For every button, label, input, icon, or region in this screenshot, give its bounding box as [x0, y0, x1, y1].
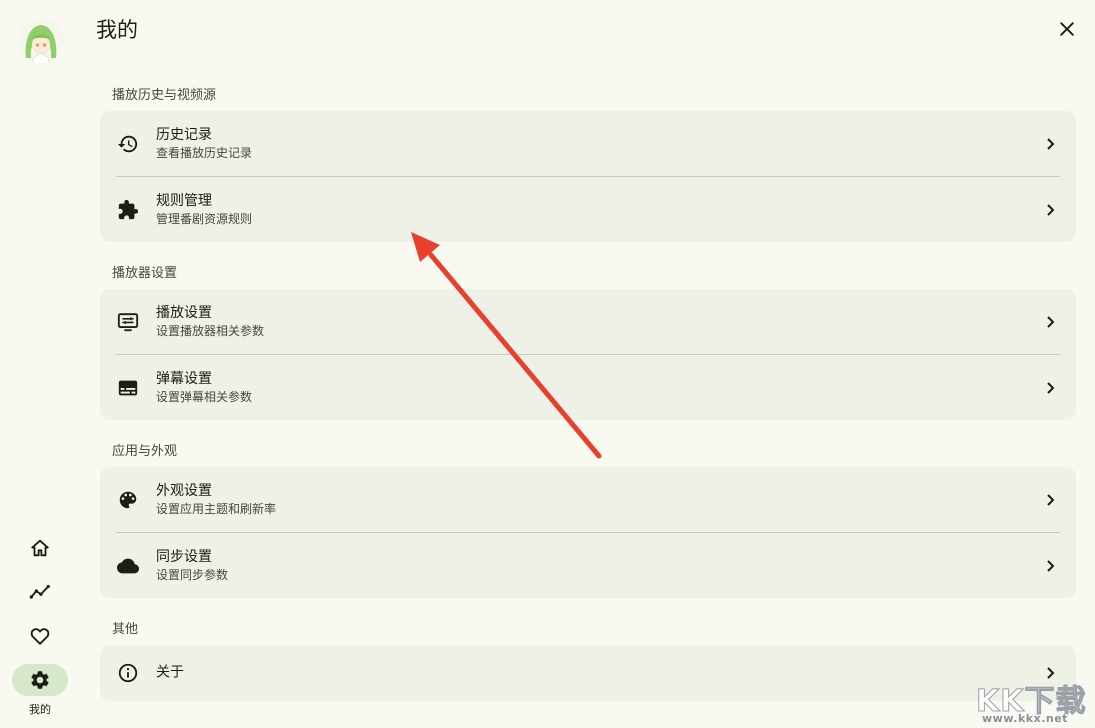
card-player-settings: 播放设置 设置播放器相关参数 弹幕设置 设置弹幕相关参数: [100, 289, 1076, 420]
chevron-right-icon: [1047, 203, 1055, 216]
watermark: KK下载 www.kkx.net: [976, 676, 1092, 726]
list-item-history[interactable]: 历史记录 查看播放历史记录: [100, 111, 1076, 176]
nav-trending[interactable]: [20, 576, 60, 608]
watermark-url: www.kkx.net: [982, 712, 1068, 725]
trending-icon: [29, 584, 50, 599]
list-item-playback[interactable]: 播放设置 设置播放器相关参数: [100, 289, 1076, 354]
item-title: 外观设置: [156, 482, 212, 499]
gear-icon: [31, 671, 49, 689]
item-subtitle: 管理番剧资源规则: [156, 211, 253, 226]
chevron-right-icon: [1047, 137, 1055, 150]
avatar-image: [18, 18, 64, 64]
close-button[interactable]: [1054, 16, 1080, 42]
list-item-danmaku[interactable]: 弹幕设置 设置弹幕相关参数: [100, 355, 1076, 420]
item-title: 规则管理: [156, 192, 212, 209]
section-title-player: 播放器设置: [112, 266, 178, 281]
item-title: 历史记录: [156, 126, 212, 143]
section-title-appearance: 应用与外观: [112, 444, 178, 459]
history-icon: [117, 135, 138, 152]
item-title: 播放设置: [156, 304, 212, 321]
info-icon: [118, 663, 138, 683]
item-subtitle: 查看播放历史记录: [156, 145, 253, 160]
nav-favorites[interactable]: [20, 620, 60, 652]
subtitles-icon: [118, 380, 138, 395]
list-item-appearance[interactable]: 外观设置 设置应用主题和刷新率: [100, 467, 1076, 532]
item-title: 关于: [156, 664, 184, 681]
chevron-right-icon: [1047, 381, 1055, 394]
item-subtitle: 设置播放器相关参数: [156, 323, 265, 338]
item-title: 同步设置: [156, 548, 212, 565]
list-item-about[interactable]: 关于: [100, 645, 1076, 701]
avatar[interactable]: [18, 18, 64, 64]
section-title-other: 其他: [112, 622, 139, 637]
close-icon: [1060, 22, 1074, 36]
list-item-sync[interactable]: 同步设置 设置同步参数: [100, 533, 1076, 598]
item-title: 弹幕设置: [156, 370, 212, 387]
home-icon: [31, 539, 49, 557]
palette-icon: [119, 491, 137, 508]
puzzle-icon: [118, 199, 139, 219]
card-app-appearance: 外观设置 设置应用主题和刷新率 同步设置 设置同步参数: [100, 467, 1076, 598]
chevron-right-icon: [1047, 315, 1055, 328]
heart-icon: [30, 628, 50, 645]
navigation-rail: 我的: [0, 0, 80, 728]
chevron-right-icon: [1047, 493, 1055, 506]
list-item-rules[interactable]: 规则管理 管理番剧资源规则: [100, 177, 1076, 242]
nav-home[interactable]: [20, 532, 60, 564]
card-other: 关于: [100, 645, 1076, 701]
cloud-icon: [117, 558, 139, 573]
monitor-settings-icon: [117, 312, 139, 331]
item-subtitle: 设置弹幕相关参数: [156, 389, 253, 404]
nav-mine[interactable]: [12, 664, 68, 696]
nav-mine-label[interactable]: 我的: [0, 701, 80, 717]
chevron-right-icon: [1047, 559, 1055, 572]
item-subtitle: 设置应用主题和刷新率: [156, 501, 277, 516]
card-history-sources: 历史记录 查看播放历史记录 规则管理 管理番剧资源规则: [100, 111, 1076, 242]
page-title: 我的: [96, 18, 138, 42]
section-title-history: 播放历史与视频源: [112, 88, 217, 103]
item-subtitle: 设置同步参数: [156, 567, 229, 582]
